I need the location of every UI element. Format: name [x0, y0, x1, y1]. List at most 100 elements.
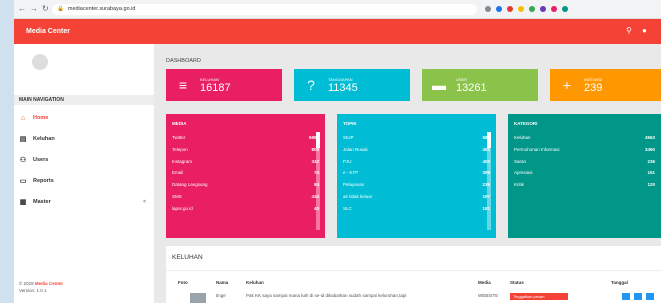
cell-media: WEBSITE — [478, 293, 499, 298]
extension-icon[interactable] — [540, 6, 546, 12]
search-icon[interactable]: ⚲ — [626, 26, 632, 35]
extension-icon[interactable] — [518, 6, 524, 12]
scrollbar-thumb[interactable] — [316, 132, 320, 148]
chat-icon: ▬ — [432, 77, 446, 93]
keluhan-table: KELUHAN Foto Nama Keluhan Media Status T… — [166, 246, 661, 303]
list-item: lapor.go.id 40 — [166, 203, 325, 215]
extension-icon[interactable] — [529, 6, 535, 12]
list-item-count: 236 — [647, 158, 655, 164]
list-item-name: SIUP — [343, 135, 354, 140]
sidebar-item-keluhan[interactable]: ▤ Keluhan — [14, 131, 154, 147]
sidebar-item-label: Master — [33, 199, 51, 205]
scrollbar-thumb[interactable] — [487, 132, 491, 148]
list-item-name: SLC — [343, 205, 352, 211]
cell-keluhan: Pak KK saya sampai mana kah di se-id dik… — [246, 293, 407, 298]
sidebar-item-master[interactable]: ▦ Master < — [14, 194, 154, 210]
bell-icon[interactable]: ● — [642, 26, 647, 35]
list-item: air tidak keluar 197 — [337, 191, 496, 203]
sidebar-item-reports[interactable]: ▭ Reports — [14, 173, 154, 189]
list-item: Email 74 — [166, 167, 325, 179]
list-item: Telepon 809 — [166, 144, 325, 156]
list-item-name: Instagram — [172, 158, 193, 164]
column-header: Status — [510, 280, 524, 285]
list-item-count: 151 — [647, 170, 655, 176]
main-content: DASHBOARD ≡ KELUHAN 16187 ? TANGGAPAN 1134… — [154, 44, 661, 303]
action-button[interactable] — [622, 293, 630, 300]
list-item: Instagram 342 — [166, 156, 325, 168]
list-item: SIUP587 — [337, 132, 496, 144]
person-add-icon: + — [562, 77, 572, 93]
browser-nav: ← → ↻ — [18, 5, 49, 13]
list-item: SLC 181 — [337, 203, 496, 215]
list-item: e - KTP 399 — [337, 167, 496, 179]
list-icon: ≡ — [178, 77, 188, 93]
list-item: SMS 434 — [166, 191, 325, 203]
extension-icon[interactable] — [496, 6, 502, 12]
list-item-name: lapor.go.id — [172, 205, 193, 211]
extension-icon[interactable] — [551, 6, 557, 12]
card-icon: ▭ — [19, 178, 27, 185]
stat-card-instansi[interactable]: + INSTANSI 239 — [550, 69, 661, 101]
sidebar: MAIN NAVIGATION ⌂ Home ▤ Keluhan ⚇ Users… — [14, 44, 155, 303]
table-title: KELUHAN — [166, 246, 661, 271]
list-item: Apresiasi 151 — [508, 167, 661, 179]
avatar[interactable] — [32, 54, 48, 70]
inbox-icon: ▤ — [19, 136, 27, 143]
stat-card-keluhan[interactable]: ≡ KELUHAN 16187 — [166, 69, 282, 101]
list-item-count: 3490 — [644, 146, 655, 152]
kategori-panel: KATEGORI Keluhan 4563 Permohonan Informas… — [508, 114, 661, 238]
stat-value: 16187 — [200, 81, 231, 94]
list-item: Saran 236 — [508, 156, 661, 168]
address-bar[interactable]: 🔒 mediacenter.surabaya.go.id — [52, 3, 477, 15]
scrollbar[interactable] — [487, 132, 491, 230]
table-header: Foto Nama Keluhan Media Status Tanggal — [166, 280, 661, 288]
back-icon[interactable]: ← — [18, 5, 26, 13]
footer-brand-link[interactable]: Media Center — [35, 281, 63, 286]
status-badge[interactable]: Tinggalkan pesan — [510, 293, 568, 300]
list-item: Permohonan Informasi 3490 — [508, 144, 661, 156]
sidebar-item-home[interactable]: ⌂ Home — [14, 110, 154, 126]
browser-toolbar: ← → ↻ 🔒 mediacenter.surabaya.go.id — [14, 0, 661, 19]
action-button[interactable] — [646, 293, 654, 300]
list-item-name: Telepon — [172, 146, 188, 152]
stat-card-user[interactable]: ▬ USER 13261 — [422, 69, 538, 101]
action-button[interactable] — [634, 293, 642, 300]
sidebar-item-users[interactable]: ⚇ Users — [14, 152, 154, 168]
list-item-name: Permohonan Informasi — [514, 146, 560, 152]
panel-title: MEDIA — [172, 121, 187, 126]
list-item: PJU 400 — [337, 156, 496, 168]
list-item: Twitter 5862 — [166, 132, 325, 144]
extension-icon[interactable] — [562, 6, 568, 12]
list-item-name: PJU — [343, 158, 352, 164]
list-item-name: Pelayanan — [343, 182, 365, 188]
list-item-name: air tidak keluar — [343, 193, 373, 199]
reload-icon[interactable]: ↻ — [42, 5, 49, 13]
list-item-count: 120 — [647, 182, 655, 188]
list-item-name: Datang Langsung — [172, 182, 208, 188]
sidebar-item-label: Users — [33, 157, 49, 163]
app-title[interactable]: Media Center — [26, 28, 70, 35]
extension-icon[interactable] — [507, 6, 513, 12]
topik-panel: TOPIK SIUP587 Jalan Rusak481 PJU400 e - … — [337, 114, 496, 238]
stat-value: 11345 — [328, 81, 358, 94]
app-header: Media Center ⚲ ● — [14, 19, 661, 44]
extensions-bar — [485, 6, 568, 12]
scrollbar[interactable] — [316, 132, 320, 230]
sidebar-item-label: Keluhan — [33, 136, 55, 142]
forward-icon[interactable]: → — [30, 5, 38, 13]
table-row[interactable]: tinge Pak KK saya sampai mana kah di se-… — [166, 293, 661, 303]
list-item-name: e - KTP — [343, 170, 359, 176]
stat-value: 13261 — [456, 81, 487, 94]
chevron-left-icon: < — [143, 199, 146, 205]
list-item: Keluhan 4563 — [508, 132, 661, 144]
stat-card-tanggapan[interactable]: ? TANGGAPAN 11345 — [294, 69, 410, 101]
list-item-count: 4563 — [644, 135, 655, 140]
star-icon[interactable] — [485, 6, 491, 12]
users-icon: ⚇ — [19, 157, 27, 164]
list-item: Datang Langsung 84 — [166, 179, 325, 191]
panel-title: TOPIK — [343, 121, 357, 126]
column-header: Foto — [178, 280, 188, 285]
url-text: mediacenter.surabaya.go.id — [67, 6, 136, 12]
photo-thumbnail[interactable] — [190, 293, 206, 303]
sidebar-item-label: Home — [33, 115, 49, 121]
